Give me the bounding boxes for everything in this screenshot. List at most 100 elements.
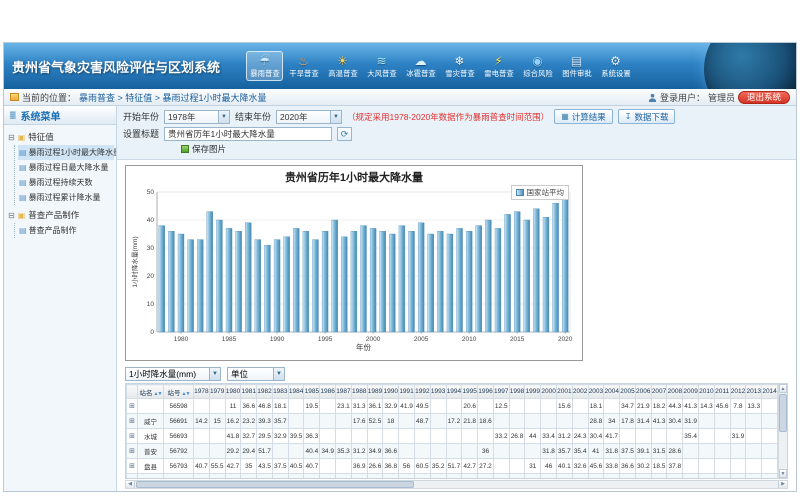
- metric-select[interactable]: 1小时降水量(mm) ▼: [125, 367, 221, 381]
- table-cell: [556, 474, 572, 480]
- column-header[interactable]: 1985: [304, 385, 320, 399]
- x-tick-label: 1990: [270, 336, 285, 343]
- column-header[interactable]: 1982: [257, 385, 273, 399]
- row-expand-icon[interactable]: ⊞: [129, 433, 135, 440]
- column-header[interactable]: 2005: [620, 385, 636, 399]
- column-header[interactable]: 2006: [635, 385, 651, 399]
- column-header[interactable]: 1984: [288, 385, 304, 399]
- column-header[interactable]: 2007: [651, 385, 667, 399]
- column-header[interactable]: 2008: [667, 385, 683, 399]
- column-header[interactable]: 2012: [730, 385, 746, 399]
- column-header[interactable]: 2010: [699, 385, 715, 399]
- scroll-down-icon[interactable]: ▼: [779, 469, 787, 478]
- column-header[interactable]: 1983: [272, 385, 288, 399]
- row-expand-icon[interactable]: ⊞: [129, 418, 135, 425]
- calculate-button[interactable]: ▦ 计算结果: [554, 109, 613, 124]
- column-header[interactable]: 1979: [209, 385, 225, 399]
- column-header[interactable]: 2002: [572, 385, 588, 399]
- nav-item-high-temperature[interactable]: ☀高温普查: [324, 51, 361, 81]
- end-year-select[interactable]: 2020年 ▼: [276, 110, 342, 124]
- table-cell: 31.2: [351, 444, 367, 459]
- row-expand-icon[interactable]: ⊞: [129, 448, 135, 455]
- sort-arrows-icon[interactable]: ▲▼: [182, 391, 190, 397]
- collapse-icon[interactable]: ⊟: [8, 133, 15, 142]
- row-expand-icon[interactable]: ⊞: [129, 403, 135, 410]
- x-tick-label: 1995: [318, 336, 333, 343]
- column-header[interactable]: 1987: [336, 385, 352, 399]
- sidebar-item[interactable]: ▤暴雨过程日最大降水量: [18, 160, 114, 175]
- nav-item-hail[interactable]: ☁冰雹普查: [402, 51, 439, 81]
- column-header[interactable]: 1991: [399, 385, 415, 399]
- sidebar-group[interactable]: ⊟▣特征值: [6, 129, 114, 145]
- nav-item-wind[interactable]: ≋大风普查: [363, 51, 400, 81]
- column-header[interactable]: 1981: [241, 385, 257, 399]
- chart-bar: [562, 198, 568, 332]
- table-cell: 41.7: [604, 429, 620, 444]
- data-download-button[interactable]: ↧ 数据下载: [618, 109, 676, 124]
- row-expand-icon[interactable]: ⊞: [129, 463, 135, 470]
- refresh-chart-icon[interactable]: ⟳: [337, 127, 352, 141]
- column-header[interactable]: 1993: [430, 385, 446, 399]
- collapse-icon[interactable]: ⊟: [8, 211, 15, 220]
- sidebar-group[interactable]: ⊟▣普查产品制作: [6, 207, 114, 223]
- column-header[interactable]: 站名▲▼: [138, 385, 164, 399]
- column-header[interactable]: 2009: [683, 385, 699, 399]
- column-header[interactable]: 2013: [746, 385, 762, 399]
- column-header[interactable]: 1998: [509, 385, 525, 399]
- nav-item-snow[interactable]: ❄雪灾普查: [441, 51, 478, 81]
- scroll-right-icon[interactable]: ▶: [778, 481, 787, 488]
- column-header[interactable]: 1999: [525, 385, 541, 399]
- expander-cell: ⊞: [127, 399, 138, 414]
- scroll-left-icon[interactable]: ◀: [126, 481, 135, 488]
- sidebar-item[interactable]: ▤暴雨过程累计降水量: [18, 190, 114, 205]
- column-header[interactable]: 1988: [351, 385, 367, 399]
- chart-bar: [524, 220, 530, 332]
- horizontal-scroll-thumb[interactable]: [136, 481, 414, 488]
- table-cell: [194, 399, 210, 414]
- data-table-container: 站名▲▼站号▲▼19781979198019811982198319841985…: [125, 383, 788, 479]
- sort-arrows-icon[interactable]: ▲▼: [154, 391, 162, 397]
- column-header[interactable]: 2000: [541, 385, 557, 399]
- sidebar-item[interactable]: ▤暴雨过程持续天数: [18, 175, 114, 190]
- column-header[interactable]: 1996: [478, 385, 494, 399]
- nav-item-drought[interactable]: ♨干旱普查: [285, 51, 322, 81]
- station-data-table: 站名▲▼站号▲▼19781979198019811982198319841985…: [126, 384, 778, 479]
- column-header[interactable]: 2014: [762, 385, 778, 399]
- column-header[interactable]: 1992: [414, 385, 430, 399]
- column-header[interactable]: 1989: [367, 385, 383, 399]
- nav-item-rainstorm[interactable]: ☔暴雨普查: [246, 51, 283, 81]
- horizontal-scrollbar[interactable]: ◀ ▶: [125, 480, 788, 489]
- start-year-select[interactable]: 1978年 ▼: [164, 110, 230, 124]
- scroll-up-icon[interactable]: ▲: [779, 384, 787, 393]
- row-expand-icon[interactable]: ⊞: [129, 478, 135, 479]
- column-header[interactable]: 2004: [604, 385, 620, 399]
- chart-title-input[interactable]: [164, 127, 332, 141]
- column-header[interactable]: 1980: [225, 385, 241, 399]
- column-header[interactable]: 1986: [320, 385, 336, 399]
- table-cell: [446, 474, 462, 480]
- table-cell: 49.5: [414, 399, 430, 414]
- logout-button[interactable]: 退出系统: [738, 91, 790, 104]
- save-image-button[interactable]: 保存图片: [181, 143, 226, 155]
- nav-item-settings[interactable]: ⚙系统设置: [597, 51, 634, 81]
- nav-item-lightning[interactable]: ⚡雷电普查: [480, 51, 517, 81]
- unit-select[interactable]: 单位 ▼: [227, 367, 285, 381]
- column-header[interactable]: 1995: [462, 385, 478, 399]
- nav-item-map-approval[interactable]: ▤图件审批: [558, 51, 595, 81]
- column-header[interactable]: 1997: [493, 385, 509, 399]
- vertical-scroll-thumb[interactable]: [779, 394, 787, 432]
- column-header[interactable]: 2001: [556, 385, 572, 399]
- sidebar-item[interactable]: ▤暴雨过程1小时最大降水量: [18, 145, 114, 160]
- nav-item-comprehensive-risk[interactable]: ◉综合风险: [519, 51, 556, 81]
- nav-item-label: 系统设置: [601, 68, 630, 78]
- vertical-scrollbar[interactable]: ▲ ▼: [778, 384, 787, 478]
- column-header[interactable]: 1990: [383, 385, 399, 399]
- nav-item-label: 综合风险: [523, 68, 552, 78]
- column-header[interactable]: 站号▲▼: [164, 385, 194, 399]
- column-header[interactable]: 2011: [714, 385, 730, 399]
- table-cell: 35: [241, 459, 257, 474]
- column-header[interactable]: 1994: [446, 385, 462, 399]
- column-header[interactable]: 1978: [194, 385, 210, 399]
- column-header[interactable]: 2003: [588, 385, 604, 399]
- sidebar-item[interactable]: ▤普查产品制作: [18, 223, 114, 238]
